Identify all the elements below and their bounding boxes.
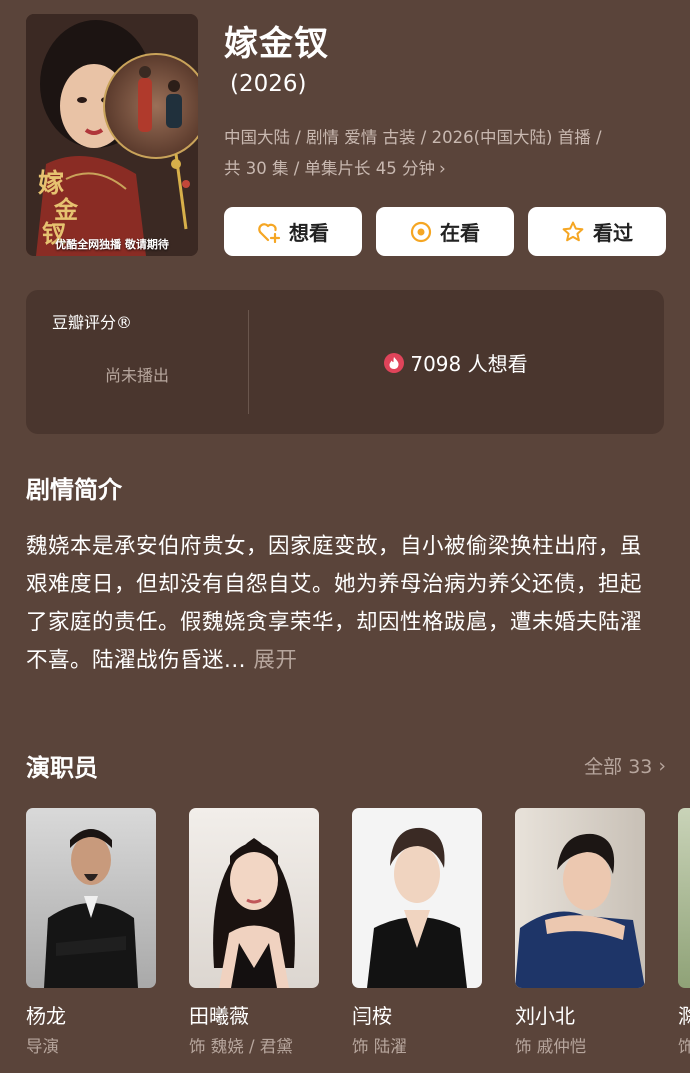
action-buttons: 想看 在看 看过 [224, 207, 666, 256]
chevron-right-icon: › [439, 159, 446, 179]
poster-art: 嫁 金 钗 [26, 14, 198, 256]
cast-heading: 演职员 [26, 754, 98, 782]
heart-plus-icon [258, 222, 281, 243]
cast-member[interactable]: 刘小北 饰 戚仲恺 [515, 808, 645, 1056]
cast-all-link[interactable]: 全部 33 › [584, 752, 666, 779]
cast-role: 导演 [26, 1037, 59, 1056]
cast-member[interactable]: 杨龙 导演 [26, 808, 156, 1056]
cast-name: 杨龙 [26, 1004, 66, 1028]
cast-photo [189, 808, 319, 988]
cast-role: 饰 [678, 1037, 690, 1056]
movie-detail-page: 嫁 金 钗 优酷全网独播 敬请期待 嫁金钗 (2026) 中国大陆 / 剧情 爱… [0, 0, 690, 1073]
cast-role: 饰 魏娆 / 君黛 [189, 1037, 293, 1056]
want-to-watch-button[interactable]: 想看 [224, 207, 362, 256]
douban-rating-label: 豆瓣评分® [52, 313, 133, 332]
chevron-right-icon: › [658, 754, 666, 777]
watched-button[interactable]: 看过 [528, 207, 666, 256]
cast-name: 闫桉 [352, 1004, 392, 1028]
cast-name: 田曦薇 [189, 1004, 249, 1028]
rating-card[interactable]: 豆瓣评分® 尚未播出 7098 人想看 [26, 290, 664, 434]
meta-line-2-text: 共 30 集 / 单集片长 45 分钟 [224, 159, 436, 178]
meta-line-2: 共 30 集 / 单集片长 45 分钟 › [224, 153, 664, 185]
cast-role: 饰 陆濯 [352, 1037, 407, 1056]
want-to-watch-count: 7098 人想看 [248, 348, 664, 377]
release-year: (2026) [230, 71, 307, 97]
synopsis-text[interactable]: 魏娆本是承安伯府贵女，因家庭变故，自小被偷梁换柱出府，虽艰难度日，但却没有自怨自… [26, 528, 652, 680]
cast-member[interactable]: 田曦薇 饰 魏娆 / 君黛 [189, 808, 319, 1056]
watched-label: 看过 [593, 221, 633, 245]
meta-info[interactable]: 中国大陆 / 剧情 爱情 古装 / 2026(中国大陆) 首播 / 共 30 集… [224, 122, 664, 185]
watching-label: 在看 [440, 221, 480, 245]
page-title: 嫁金钗 [224, 24, 329, 64]
cast-list: 杨龙 导演 田曦薇 饰 魏娆 / 君黛 闫桉 饰 陆濯 刘小北 饰 戚仲恺 滁 … [26, 808, 690, 1073]
synopsis-body: 魏娆本是承安伯府贵女，因家庭变故，自小被偷梁换柱出府，虽艰难度日，但却没有自怨自… [26, 534, 643, 673]
cast-role: 饰 戚仲恺 [515, 1037, 587, 1056]
poster-image[interactable]: 嫁 金 钗 优酷全网独播 敬请期待 [26, 14, 198, 256]
cast-name: 刘小北 [515, 1004, 575, 1028]
watching-button[interactable]: 在看 [376, 207, 514, 256]
cast-photo [515, 808, 645, 988]
cast-name: 滁 [678, 1004, 690, 1028]
cast-member[interactable]: 闫桉 饰 陆濯 [352, 808, 482, 1056]
want-to-watch-label: 想看 [289, 221, 329, 245]
synopsis-heading: 剧情简介 [26, 476, 122, 504]
cast-all-label: 全部 33 [584, 756, 653, 778]
cast-photo [26, 808, 156, 988]
cast-photo [678, 808, 690, 988]
want-count-text: 7098 人想看 [410, 352, 528, 376]
meta-line-1: 中国大陆 / 剧情 爱情 古装 / 2026(中国大陆) 首播 / [224, 128, 602, 147]
target-icon [410, 221, 432, 242]
star-icon [562, 221, 584, 241]
fire-icon [384, 352, 405, 373]
rating-status: 尚未播出 [104, 366, 169, 385]
cast-photo [352, 808, 482, 988]
cast-member[interactable]: 滁 饰 [678, 808, 690, 1056]
poster-caption: 优酷全网独播 敬请期待 [55, 238, 169, 251]
expand-link[interactable]: 展开 [246, 648, 297, 673]
